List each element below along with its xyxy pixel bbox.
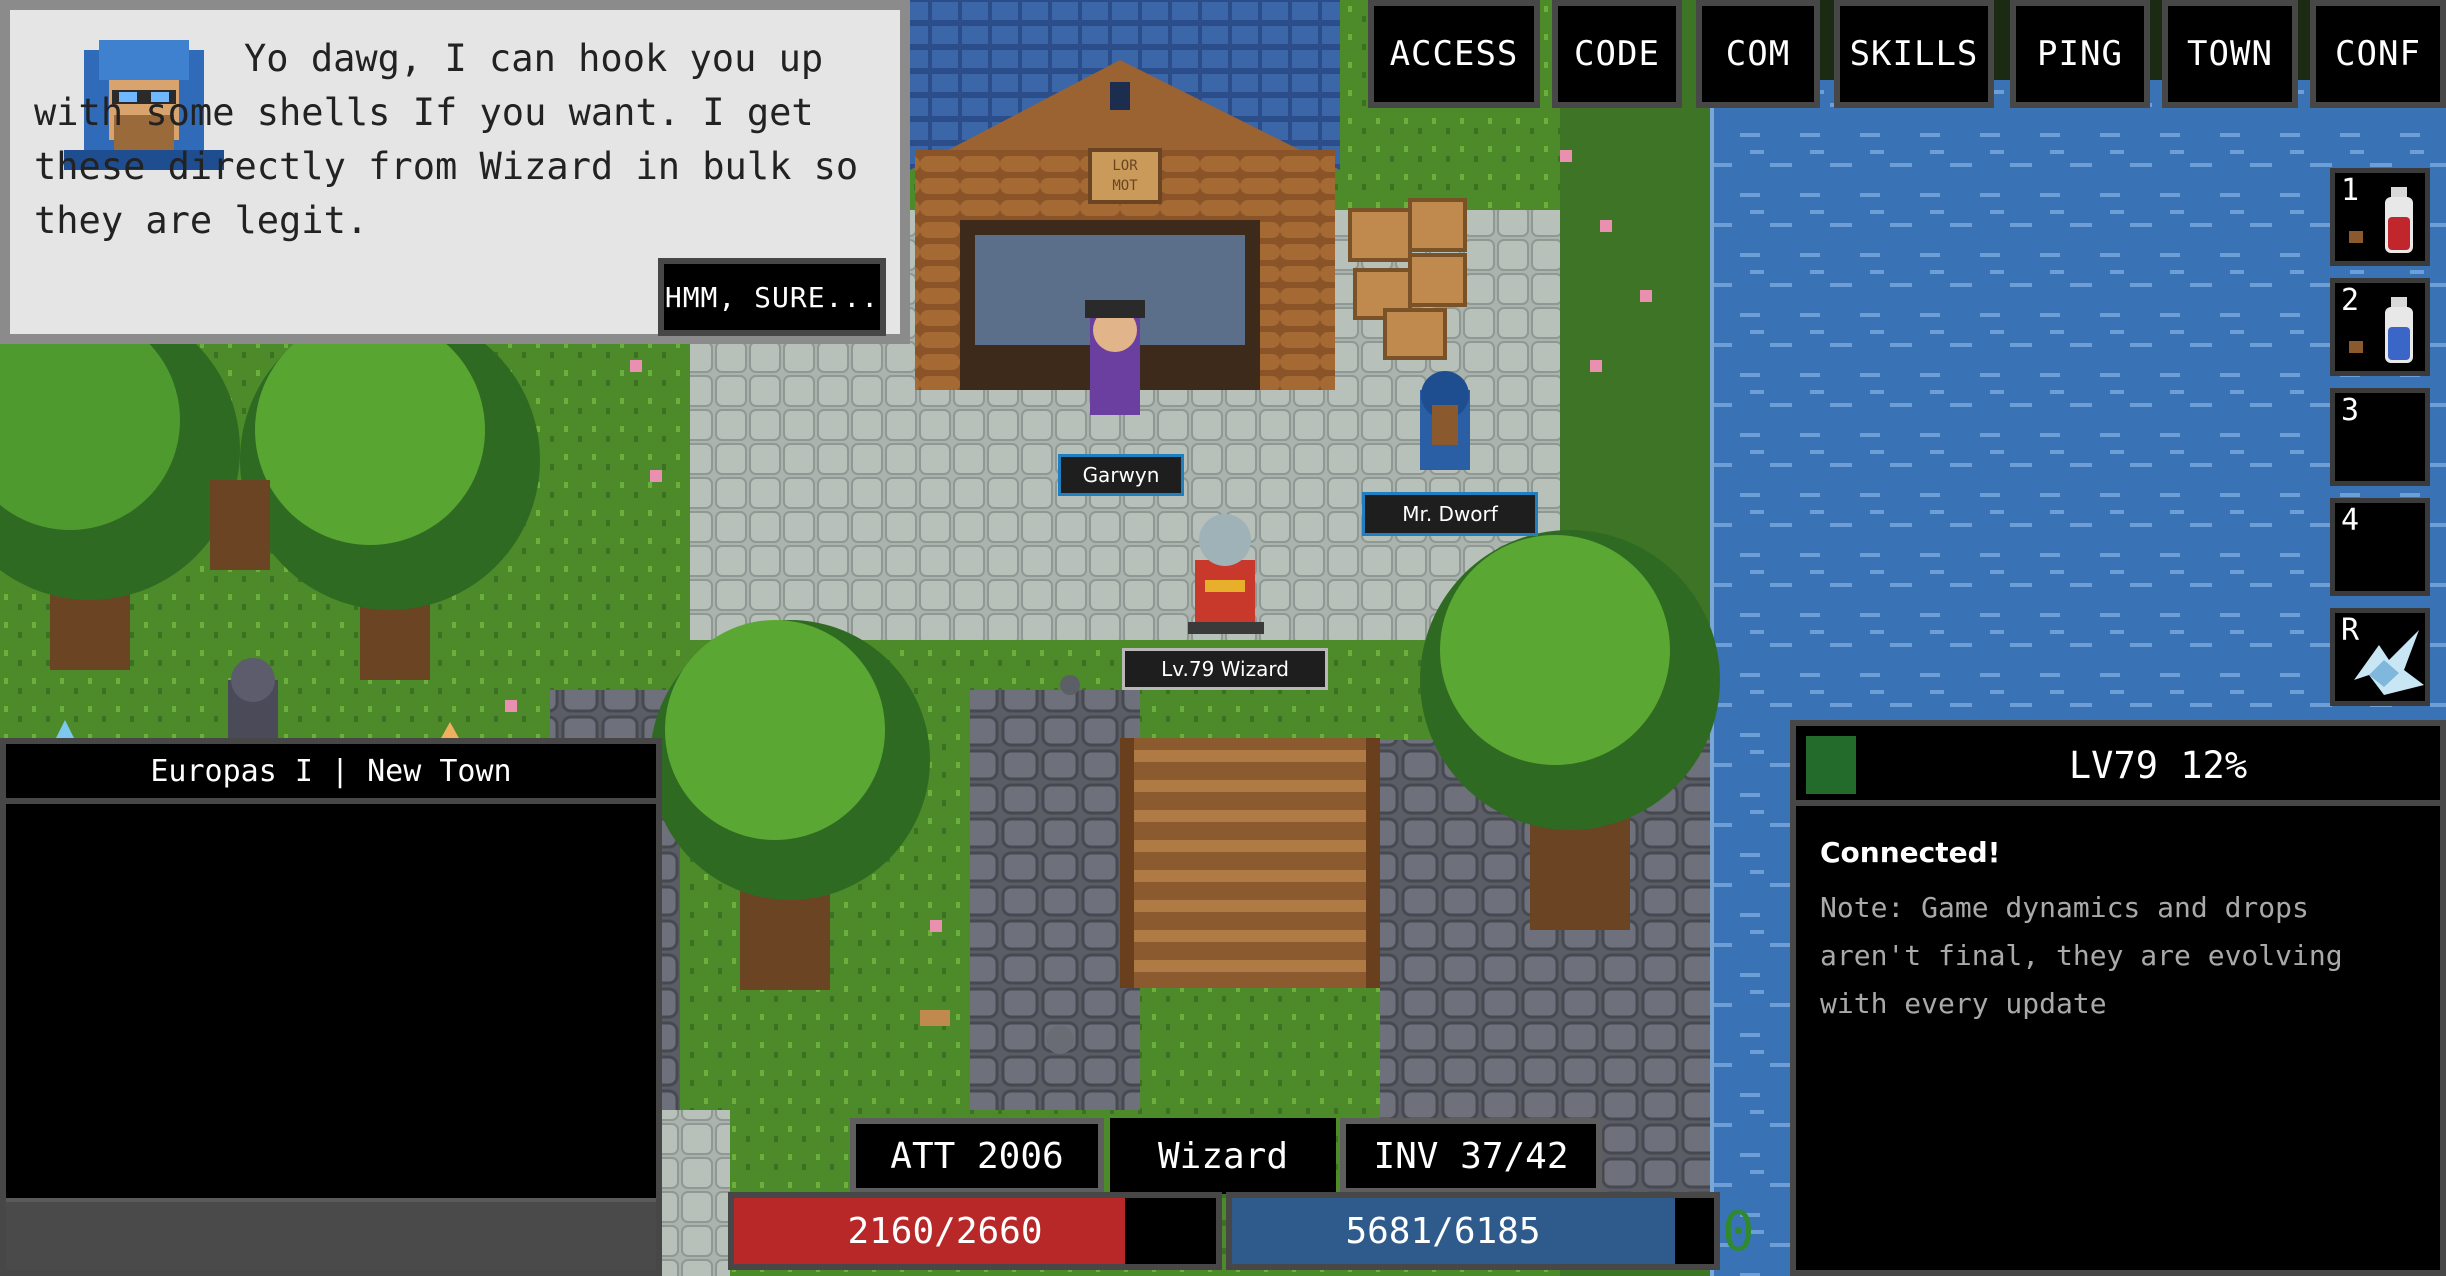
quickslot-2[interactable]: 2 [2330,278,2430,376]
chat-panel[interactable] [0,798,662,1276]
shop-sign-line2: MOT [1112,178,1138,194]
hp-text: 2160/2660 [847,1210,1043,1252]
dialog-reply-button[interactable]: HMM, SURE... [658,258,886,336]
npc-dworf-sprite [1420,371,1470,470]
quickslot-3[interactable]: 3 [2330,388,2430,486]
menu-com-button[interactable]: COM [1696,0,1820,108]
class-name: Wizard [1110,1118,1336,1194]
menu-code-button[interactable]: CODE [1552,0,1682,108]
quickslot-1[interactable]: 1 [2330,168,2430,266]
gold-counter: 0 [1722,1200,1755,1263]
attack-stat: ATT 2006 [850,1118,1104,1194]
chat-channel-title: Europas I | New Town [0,738,662,804]
npc-name-tag-garwyn[interactable]: Garwyn [1058,454,1184,496]
blue-potion-icon [2385,297,2413,363]
item-count-dot-icon [2349,231,2363,243]
dialog-text: Yo dawg, I can hook you up with some she… [34,37,859,242]
log-note-message: Note: Game dynamics and drops aren't fin… [1820,891,2343,1020]
menu-conf-button[interactable]: CONF [2310,0,2446,108]
menu-skills-button[interactable]: SKILLS [1834,0,1994,108]
quickslot-4[interactable]: 4 [2330,498,2430,596]
level-progress-bar: LV79 12% [1790,720,2446,810]
hp-bar: 2160/2660 [728,1192,1222,1270]
item-count-dot-icon [2349,341,2363,353]
chat-input[interactable] [6,1198,656,1270]
menu-town-button[interactable]: TOWN [2162,0,2298,108]
menu-access-button[interactable]: ACCESS [1368,0,1540,108]
quickslot-r[interactable]: R [2330,608,2430,706]
log-connected-message: Connected! [1820,836,2001,869]
mp-text: 5681/6185 [1345,1210,1541,1252]
mp-bar: 5681/6185 [1226,1192,1720,1270]
npc-garwyn-sprite [1085,300,1145,415]
shop-sign-line1: LOR [1112,158,1138,174]
inventory-stat[interactable]: INV 37/42 [1340,1118,1602,1194]
frost-spell-icon [2354,630,2424,695]
red-potion-icon [2385,187,2413,253]
player-name-tag[interactable]: Lv.79 Wizard [1122,648,1328,690]
npc-name-tag-dworf[interactable]: Mr. Dworf [1362,492,1538,536]
menu-ping-button[interactable]: PING [2010,0,2150,108]
level-text: LV79 12% [2068,743,2248,787]
npc-dialog-box: Yo dawg, I can hook you up with some she… [0,0,910,344]
server-log-panel[interactable]: Connected! Note: Game dynamics and drops… [1790,800,2446,1276]
